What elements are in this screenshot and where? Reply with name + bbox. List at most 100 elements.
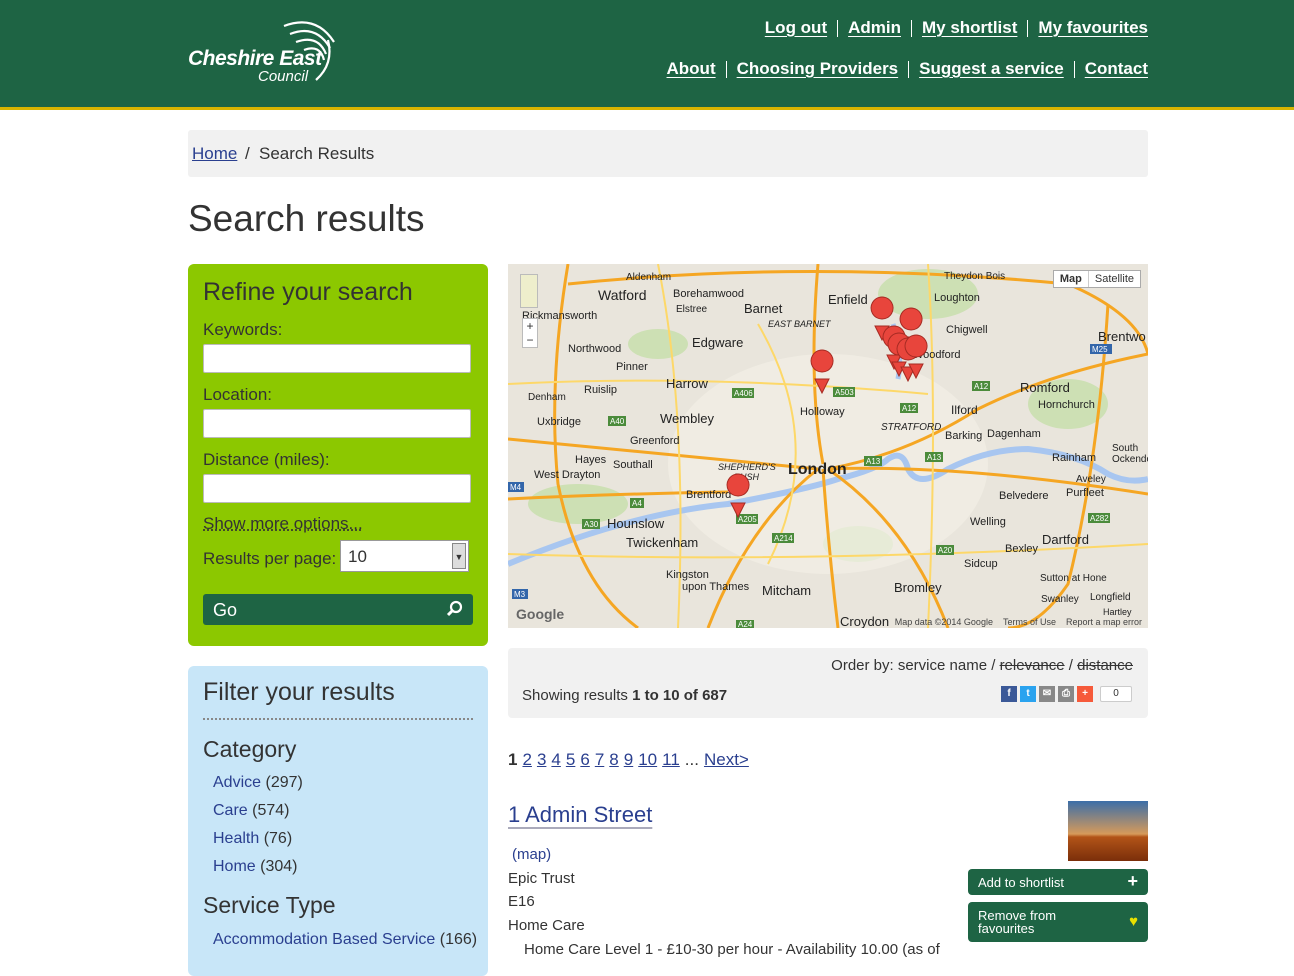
category-item: Care (574) bbox=[213, 802, 290, 820]
breadcrumb-home-link[interactable]: Home bbox=[192, 144, 237, 164]
category-home-link[interactable]: Home bbox=[213, 858, 256, 875]
category-advice-link[interactable]: Advice bbox=[213, 774, 261, 791]
add-to-shortlist-button[interactable]: Add to shortlist + bbox=[968, 869, 1148, 895]
category-count: (76) bbox=[264, 830, 292, 847]
svg-text:Ockendon: Ockendon bbox=[1112, 454, 1148, 465]
svg-text:South: South bbox=[1112, 443, 1138, 454]
results-per-page-value: 10 bbox=[348, 547, 367, 567]
my-favourites-link[interactable]: My favourites bbox=[1038, 18, 1148, 38]
order-relevance-link[interactable]: relevance bbox=[1000, 657, 1065, 674]
svg-text:upon Thames: upon Thames bbox=[682, 581, 750, 593]
svg-text:A30: A30 bbox=[584, 520, 599, 529]
svg-text:Sutton at Hone: Sutton at Hone bbox=[1040, 573, 1107, 584]
zoom-in-icon[interactable]: + bbox=[526, 319, 533, 333]
svg-text:Belvedere: Belvedere bbox=[999, 490, 1049, 502]
results-map[interactable]: Watford Barnet Enfield Edgware Harrow We… bbox=[508, 264, 1148, 628]
service-type-count: (166) bbox=[440, 931, 477, 948]
svg-text:Harrow: Harrow bbox=[666, 376, 709, 391]
svg-text:Bexley: Bexley bbox=[1005, 543, 1039, 555]
svg-text:Holloway: Holloway bbox=[800, 406, 845, 418]
dotted-divider bbox=[203, 718, 473, 720]
result-map-link[interactable]: (map) bbox=[512, 846, 551, 863]
nav-divider bbox=[1027, 20, 1028, 37]
order-distance-link[interactable]: distance bbox=[1077, 657, 1133, 674]
share-count: 0 bbox=[1100, 686, 1132, 702]
order-by-label: Order by: service name / bbox=[831, 657, 995, 674]
admin-link[interactable]: Admin bbox=[848, 18, 901, 38]
svg-text:Wembley: Wembley bbox=[660, 411, 714, 426]
svg-text:Chigwell: Chigwell bbox=[946, 324, 988, 336]
keywords-input[interactable] bbox=[203, 344, 471, 373]
pagination-page-link[interactable]: 11 bbox=[662, 750, 680, 770]
map-type-map-button[interactable]: Map bbox=[1054, 271, 1089, 287]
pagination-page-link[interactable]: 3 bbox=[537, 750, 546, 770]
remove-from-favourites-button[interactable]: Remove from favourites ♥ bbox=[968, 902, 1148, 942]
order-by: Order by: service name / relevance / dis… bbox=[831, 657, 1133, 674]
pagination-page-link[interactable]: 10 bbox=[638, 750, 657, 770]
pagination-page-link[interactable]: 2 bbox=[522, 750, 531, 770]
location-input[interactable] bbox=[203, 409, 471, 438]
go-button[interactable]: Go bbox=[203, 594, 473, 625]
report-map-error-link[interactable]: Report a map error bbox=[1066, 617, 1142, 627]
pagination-page-link[interactable]: 9 bbox=[624, 750, 633, 770]
pagination-page-link[interactable]: 4 bbox=[551, 750, 560, 770]
suggest-service-link[interactable]: Suggest a service bbox=[919, 59, 1064, 79]
dropdown-arrow-icon[interactable]: ▼ bbox=[452, 543, 466, 569]
svg-text:Croydon: Croydon bbox=[840, 614, 889, 628]
svg-text:Twickenham: Twickenham bbox=[626, 535, 698, 550]
my-shortlist-link[interactable]: My shortlist bbox=[922, 18, 1017, 38]
category-count: (304) bbox=[260, 858, 297, 875]
pagination-page-link[interactable]: 7 bbox=[595, 750, 604, 770]
add-share-icon[interactable]: + bbox=[1077, 686, 1093, 702]
map-data-attribution: Map data ©2014 Google bbox=[895, 617, 993, 627]
svg-text:Northwood: Northwood bbox=[568, 343, 621, 355]
twitter-icon[interactable]: t bbox=[1020, 686, 1036, 702]
facebook-icon[interactable]: f bbox=[1001, 686, 1017, 702]
plus-icon: + bbox=[1127, 871, 1138, 892]
street-view-pegman-icon[interactable] bbox=[520, 274, 538, 308]
remove-from-favourites-label: Remove from favourites bbox=[978, 909, 1098, 935]
pagination-next-link[interactable]: Next> bbox=[704, 750, 749, 770]
map-type-satellite-button[interactable]: Satellite bbox=[1089, 271, 1140, 287]
category-health-link[interactable]: Health bbox=[213, 830, 259, 847]
zoom-control[interactable]: + − bbox=[522, 318, 538, 348]
contact-link[interactable]: Contact bbox=[1085, 59, 1148, 79]
svg-text:SHEPHERD'S: SHEPHERD'S bbox=[718, 462, 776, 472]
choosing-providers-link[interactable]: Choosing Providers bbox=[737, 59, 899, 79]
svg-text:A20: A20 bbox=[938, 546, 953, 555]
svg-text:Hayes: Hayes bbox=[575, 454, 607, 466]
breadcrumb-current: Search Results bbox=[259, 144, 374, 164]
logout-link[interactable]: Log out bbox=[765, 18, 827, 38]
pagination-page-link[interactable]: 6 bbox=[580, 750, 589, 770]
pagination-page-link[interactable]: 5 bbox=[566, 750, 575, 770]
svg-text:A12: A12 bbox=[902, 404, 917, 413]
distance-input[interactable] bbox=[203, 474, 471, 503]
terms-of-use-link[interactable]: Terms of Use bbox=[1003, 617, 1056, 627]
show-more-options-link[interactable]: Show more options... bbox=[203, 514, 363, 534]
svg-text:Enfield: Enfield bbox=[828, 292, 868, 307]
category-count: (574) bbox=[252, 802, 289, 819]
category-care-link[interactable]: Care bbox=[213, 802, 248, 819]
council-logo[interactable]: Cheshire East Council bbox=[186, 14, 346, 86]
order-separator: / bbox=[1069, 657, 1073, 674]
result-category: Home Care bbox=[508, 917, 585, 934]
print-icon[interactable]: ⎙ bbox=[1058, 686, 1074, 702]
result-thumbnail[interactable] bbox=[1068, 801, 1148, 861]
svg-text:Edgware: Edgware bbox=[692, 335, 743, 350]
svg-text:A205: A205 bbox=[738, 515, 757, 524]
pagination-page-link[interactable]: 8 bbox=[609, 750, 618, 770]
service-type-accommodation-link[interactable]: Accommodation Based Service bbox=[213, 931, 435, 948]
result-title-link[interactable]: 1 Admin Street bbox=[508, 802, 652, 828]
map-tiles: Watford Barnet Enfield Edgware Harrow We… bbox=[508, 264, 1148, 628]
svg-text:Elstree: Elstree bbox=[676, 304, 708, 315]
svg-text:Barnet: Barnet bbox=[744, 301, 783, 316]
email-icon[interactable]: ✉ bbox=[1039, 686, 1055, 702]
svg-text:Aveley: Aveley bbox=[1076, 474, 1106, 485]
about-link[interactable]: About bbox=[667, 59, 716, 79]
result-postcode: E16 bbox=[508, 893, 535, 910]
results-per-page-select[interactable]: 10 ▼ bbox=[340, 540, 469, 572]
svg-text:Uxbridge: Uxbridge bbox=[537, 416, 581, 428]
category-heading: Category bbox=[203, 736, 296, 763]
zoom-out-icon[interactable]: − bbox=[526, 333, 533, 347]
svg-text:Hartley: Hartley bbox=[1103, 607, 1132, 617]
